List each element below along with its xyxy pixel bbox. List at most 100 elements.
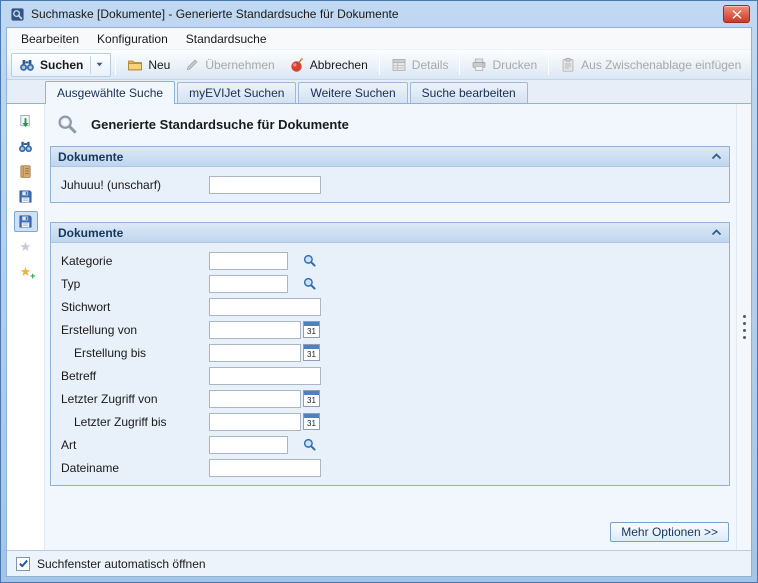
art-input[interactable] bbox=[209, 436, 288, 454]
erstellung-bis-input[interactable] bbox=[209, 344, 301, 362]
autoopen-checkbox[interactable] bbox=[16, 557, 30, 571]
drucken-button[interactable]: Drucken bbox=[464, 53, 544, 77]
juhuuu-input[interactable] bbox=[209, 176, 321, 194]
lookup-magnifier-icon bbox=[302, 276, 317, 291]
menubar: Bearbeiten Konfiguration Standardsuche bbox=[7, 28, 751, 49]
letzter-zugriff-bis-datepicker-button[interactable]: 31 bbox=[303, 413, 320, 430]
lookup-magnifier-icon bbox=[302, 437, 317, 452]
page-title: Generierte Standardsuche für Dokumente bbox=[91, 117, 349, 132]
group-title: Dokumente bbox=[58, 150, 711, 164]
letzter-zugriff-bis-input[interactable] bbox=[209, 413, 301, 431]
toolbar-separator bbox=[115, 54, 116, 75]
erstellung-von-input[interactable] bbox=[209, 321, 301, 339]
close-icon bbox=[732, 10, 742, 19]
notes-icon bbox=[18, 164, 33, 179]
details-button[interactable]: Details bbox=[384, 53, 456, 77]
splitter-grip[interactable] bbox=[736, 104, 751, 550]
abbrechen-button[interactable]: Abbrechen bbox=[282, 53, 375, 77]
erstellung-von-datepicker-button[interactable]: 31 bbox=[303, 321, 320, 338]
calendar-day-label: 31 bbox=[304, 395, 319, 406]
field-label: Juhuuu! (unscharf) bbox=[61, 178, 209, 192]
tabstrip: Ausgewählte Suche myEVIJet Suchen Weiter… bbox=[7, 80, 751, 104]
search-panel: Generierte Standardsuche für Dokumente D… bbox=[45, 104, 736, 550]
chevron-up-icon[interactable] bbox=[711, 153, 722, 160]
group-title: Dokumente bbox=[58, 226, 711, 240]
uebernehmen-button[interactable]: Übernehmen bbox=[177, 53, 281, 77]
kategorie-input[interactable] bbox=[209, 252, 288, 270]
field-label: Art bbox=[61, 438, 209, 452]
more-options-row: Mehr Optionen >> bbox=[50, 519, 730, 544]
art-lookup-button[interactable] bbox=[301, 436, 318, 453]
letzter-zugriff-von-input[interactable] bbox=[209, 390, 301, 408]
tab-myevijet-suchen[interactable]: myEVIJet Suchen bbox=[177, 82, 296, 103]
group-body: Juhuuu! (unscharf) bbox=[51, 167, 729, 202]
grip-dot bbox=[743, 336, 746, 339]
letzter-zugriff-von-datepicker-button[interactable]: 31 bbox=[303, 390, 320, 407]
chevron-up-icon[interactable] bbox=[711, 229, 722, 236]
erstellung-bis-datepicker-button[interactable]: 31 bbox=[303, 344, 320, 361]
zwischenablage-einfuegen-button[interactable]: Aus Zwischenablage einfügen bbox=[553, 53, 748, 77]
group-body: Kategorie Typ bbox=[51, 243, 729, 485]
form-row: Art bbox=[61, 433, 729, 456]
save-icon bbox=[18, 189, 33, 204]
form-row: Letzter Zugriff von 31 bbox=[61, 387, 729, 410]
tab-suche-bearbeiten[interactable]: Suche bearbeiten bbox=[410, 82, 528, 103]
search-icon bbox=[18, 139, 33, 154]
toolbar-separator bbox=[548, 54, 549, 75]
new-folder-icon bbox=[127, 57, 143, 73]
favorite-add-icon: ★+ bbox=[20, 265, 32, 278]
suchen-button[interactable]: Suchen bbox=[11, 53, 111, 77]
typ-lookup-button[interactable] bbox=[301, 275, 318, 292]
tab-weitere-suchen[interactable]: Weitere Suchen bbox=[298, 82, 407, 103]
field-label: Betreff bbox=[61, 369, 209, 383]
suchen-label: Suchen bbox=[40, 58, 83, 72]
suchen-dropdown[interactable] bbox=[90, 56, 103, 74]
spacer bbox=[50, 486, 730, 519]
field-label: Typ bbox=[61, 277, 209, 291]
favorite-button[interactable]: ★ bbox=[14, 236, 38, 257]
abbrechen-label: Abbrechen bbox=[310, 58, 368, 72]
titlebar[interactable]: Suchmaske [Dokumente] - Generierte Stand… bbox=[6, 1, 752, 27]
typ-input[interactable] bbox=[209, 275, 288, 293]
stichwort-input[interactable] bbox=[209, 298, 321, 316]
favorite-add-button[interactable]: ★+ bbox=[14, 261, 38, 282]
save-button[interactable] bbox=[14, 186, 38, 207]
zwischenablage-einfuegen-label: Aus Zwischenablage einfügen bbox=[581, 58, 741, 72]
import-button[interactable] bbox=[14, 111, 38, 132]
favorite-icon: ★ bbox=[20, 240, 32, 253]
window-title: Suchmaske [Dokumente] - Generierte Stand… bbox=[31, 7, 717, 21]
content-area: ★ ★+ Generierte Standardsuche für Dokume… bbox=[7, 104, 751, 550]
panel-heading: Generierte Standardsuche für Dokumente bbox=[50, 111, 730, 146]
menu-standardsuche[interactable]: Standardsuche bbox=[177, 30, 276, 48]
app-icon[interactable] bbox=[10, 7, 25, 22]
grip-dot bbox=[743, 322, 746, 325]
dateiname-input[interactable] bbox=[209, 459, 321, 477]
field-label: Letzter Zugriff bis bbox=[61, 415, 209, 429]
toolbar-overflow-icon[interactable]: » bbox=[748, 57, 752, 73]
neu-button[interactable]: Neu bbox=[120, 53, 177, 77]
group-dokumente-2: Dokumente Kategorie bbox=[50, 222, 730, 486]
group-dokumente-1: Dokumente Juhuuu! (unscharf) bbox=[50, 146, 730, 203]
form-row: Dateiname bbox=[61, 456, 729, 479]
pencil-icon bbox=[184, 57, 200, 73]
betreff-input[interactable] bbox=[209, 367, 321, 385]
menu-bearbeiten[interactable]: Bearbeiten bbox=[12, 30, 88, 48]
form-row: Typ bbox=[61, 272, 729, 295]
form-row: Stichwort bbox=[61, 295, 729, 318]
menu-konfiguration[interactable]: Konfiguration bbox=[88, 30, 177, 48]
kategorie-lookup-button[interactable] bbox=[301, 252, 318, 269]
more-options-button[interactable]: Mehr Optionen >> bbox=[610, 522, 729, 542]
left-toolbar: ★ ★+ bbox=[7, 104, 45, 550]
form-row: Erstellung bis 31 bbox=[61, 341, 729, 364]
tab-ausgewaehlte-suche[interactable]: Ausgewählte Suche bbox=[45, 81, 175, 104]
client-area: Bearbeiten Konfiguration Standardsuche S… bbox=[6, 27, 752, 577]
save-search-button[interactable] bbox=[14, 211, 38, 232]
notes-button[interactable] bbox=[14, 161, 38, 182]
form-row: Kategorie bbox=[61, 249, 729, 272]
search-button[interactable] bbox=[14, 136, 38, 157]
check-icon bbox=[18, 558, 29, 569]
close-button[interactable] bbox=[723, 5, 750, 23]
chevron-down-icon bbox=[96, 62, 103, 67]
form-row: Letzter Zugriff bis 31 bbox=[61, 410, 729, 433]
toolbar-separator bbox=[379, 54, 380, 75]
